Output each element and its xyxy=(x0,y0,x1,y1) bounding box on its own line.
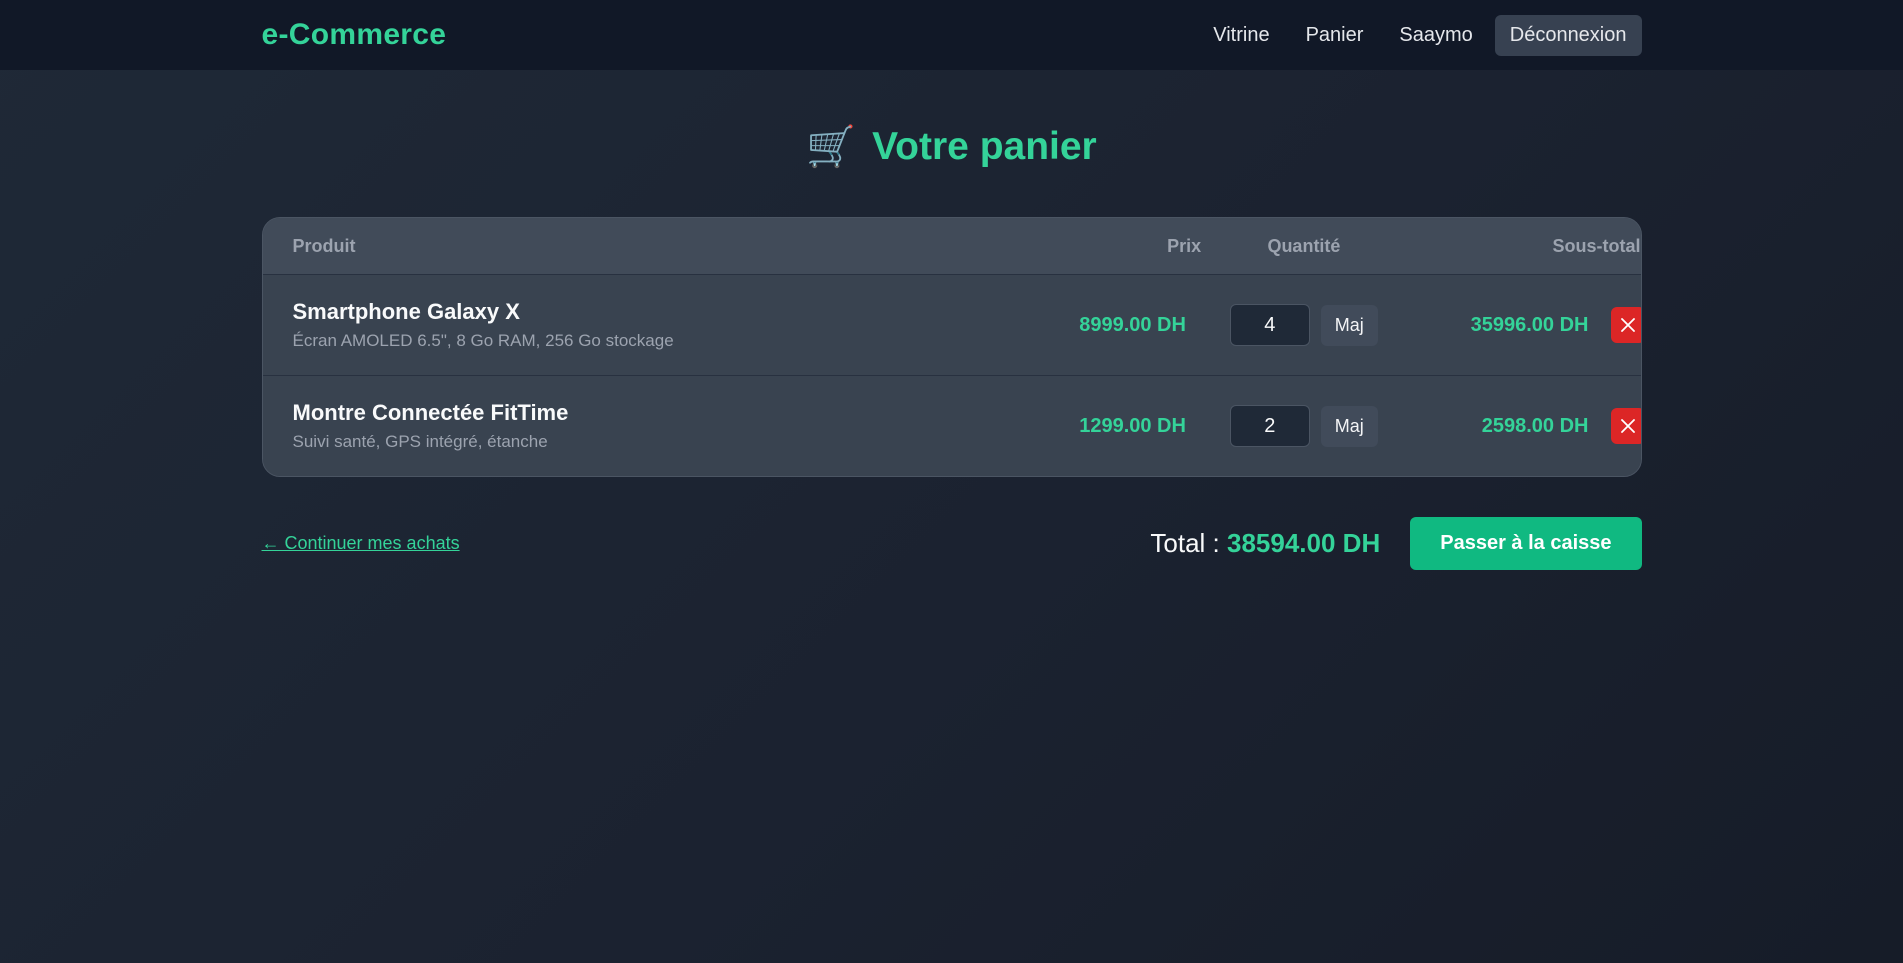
product-name: Smartphone Galaxy X xyxy=(292,299,520,324)
total-value: 38594.00 DH xyxy=(1227,528,1381,558)
product-cell: Smartphone Galaxy X Écran AMOLED 6.5", 8… xyxy=(263,299,1069,351)
nav-link-user[interactable]: Saaymo xyxy=(1385,15,1486,56)
navbar-inner: e-Commerce Vitrine Panier Saaymo Déconne… xyxy=(262,0,1642,70)
page-heading: Votre panier xyxy=(872,125,1097,168)
header-subtotal: Sous-total xyxy=(1552,235,1641,256)
navbar: e-Commerce Vitrine Panier Saaymo Déconne… xyxy=(0,0,1903,70)
header-product: Produit xyxy=(292,235,356,256)
checkout-button[interactable]: Passer à la caisse xyxy=(1410,517,1642,570)
action-cell xyxy=(1610,307,1641,343)
shopping-cart-icon: 🛒 xyxy=(806,125,857,169)
quantity-cell: Maj xyxy=(1186,405,1422,447)
product-name: Montre Connectée FitTime xyxy=(292,400,569,425)
close-icon xyxy=(1620,419,1635,433)
brand-logo[interactable]: e-Commerce xyxy=(262,18,447,52)
update-quantity-button[interactable]: Maj xyxy=(1320,405,1378,447)
product-subtotal: 35996.00 DH xyxy=(1470,313,1589,336)
quantity-input[interactable] xyxy=(1229,405,1310,447)
header-price: Prix xyxy=(1167,235,1202,256)
quantity-cell: Maj xyxy=(1186,304,1422,346)
page-title: 🛒 Votre panier xyxy=(0,122,1903,172)
nav-link-vitrine[interactable]: Vitrine xyxy=(1199,15,1283,56)
nav-link-panier[interactable]: Panier xyxy=(1292,15,1378,56)
quantity-input[interactable] xyxy=(1229,304,1310,346)
remove-item-button[interactable] xyxy=(1610,408,1641,444)
cart-footer: ← Continuer mes achats Total : 38594.00 … xyxy=(262,517,1642,570)
remove-item-button[interactable] xyxy=(1610,307,1641,343)
product-description: Suivi santé, GPS intégré, étanche xyxy=(292,432,548,451)
table-header: Produit Prix Quantité Sous-total xyxy=(262,218,1641,274)
product-description: Écran AMOLED 6.5", 8 Go RAM, 256 Go stoc… xyxy=(292,331,674,350)
action-cell xyxy=(1610,408,1641,444)
checkout-area: Total : 38594.00 DH Passer à la caisse xyxy=(1150,517,1642,570)
cart-total: Total : 38594.00 DH xyxy=(1150,528,1380,559)
product-price: 8999.00 DH xyxy=(1079,313,1186,336)
cart-table: Produit Prix Quantité Sous-total Smartph… xyxy=(261,217,1642,477)
continue-shopping-link[interactable]: ← Continuer mes achats xyxy=(262,533,460,554)
product-cell: Montre Connectée FitTime Suivi santé, GP… xyxy=(263,400,1069,452)
table-row: Smartphone Galaxy X Écran AMOLED 6.5", 8… xyxy=(262,274,1641,375)
product-subtotal: 2598.00 DH xyxy=(1481,414,1589,437)
close-icon xyxy=(1620,318,1635,332)
total-label: Total : xyxy=(1150,528,1220,558)
update-quantity-button[interactable]: Maj xyxy=(1320,304,1378,346)
table-row: Montre Connectée FitTime Suivi santé, GP… xyxy=(262,375,1641,476)
nav-links: Vitrine Panier Saaymo Déconnexion xyxy=(1199,14,1642,56)
logout-button[interactable]: Déconnexion xyxy=(1494,14,1642,56)
product-price: 1299.00 DH xyxy=(1079,414,1186,437)
header-quantity: Quantité xyxy=(1267,235,1341,256)
